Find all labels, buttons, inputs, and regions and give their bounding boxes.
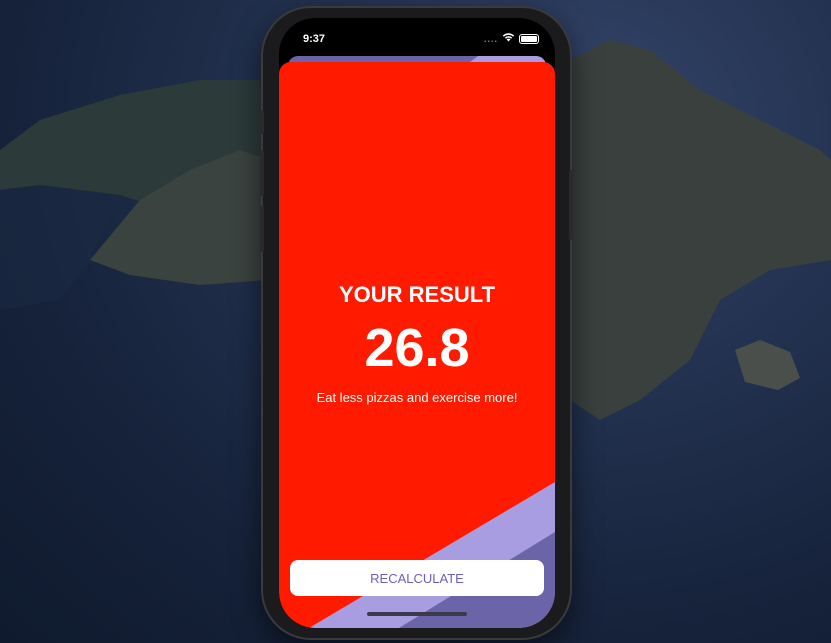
battery-icon bbox=[519, 33, 539, 44]
status-icons: .... bbox=[484, 32, 539, 45]
status-time: 9:37 bbox=[303, 33, 326, 45]
volume-down-button bbox=[260, 206, 264, 252]
signal-icon: .... bbox=[483, 33, 498, 44]
mute-switch bbox=[260, 110, 264, 134]
result-card: YOUR RESULT 26.8 Eat less pizzas and exe… bbox=[279, 62, 555, 628]
wifi-icon bbox=[502, 32, 515, 45]
volume-up-button bbox=[260, 150, 264, 196]
recalculate-button[interactable]: RECALCULATE bbox=[290, 560, 544, 596]
result-title: YOUR RESULT bbox=[338, 282, 496, 307]
power-button bbox=[569, 170, 573, 240]
bmi-value: 26.8 bbox=[364, 318, 470, 378]
advice-text: Eat less pizzas and exercise more! bbox=[316, 390, 518, 405]
home-indicator[interactable] bbox=[367, 612, 467, 616]
phone-screen: 9:37 .... YOUR RESULT 26.8 Eat less pizz… bbox=[279, 18, 555, 628]
